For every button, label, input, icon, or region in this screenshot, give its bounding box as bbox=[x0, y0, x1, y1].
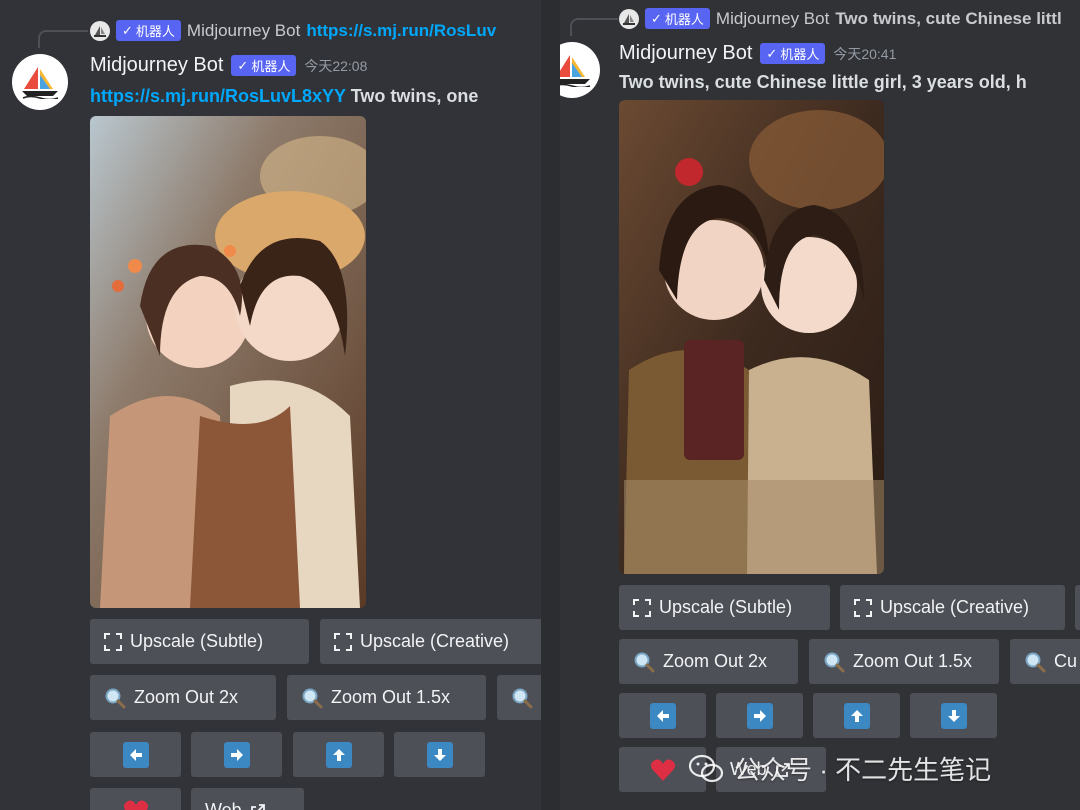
reply-author: Midjourney Bot bbox=[715, 8, 830, 28]
pan-left-button[interactable] bbox=[619, 693, 706, 738]
message-content: https://s.mj.run/RosLuvL8xYY Two twins, … bbox=[90, 86, 478, 107]
magnifier-icon bbox=[105, 688, 126, 708]
reply-connector bbox=[570, 18, 618, 36]
upscale-creative-button[interactable]: Upscale (Creative) bbox=[320, 619, 541, 664]
magnifier-icon bbox=[824, 652, 845, 672]
zoom-out-1-5x-button[interactable]: Zoom Out 1.5x bbox=[287, 675, 486, 720]
message-panel-left: ✓ 机器人 Midjourney Bot https://s.mj.run/Ros… bbox=[0, 0, 541, 810]
heart-icon bbox=[123, 800, 148, 810]
bot-avatar-icon bbox=[90, 20, 110, 41]
bot-badge: ✓ 机器人 bbox=[116, 20, 181, 41]
generated-image[interactable] bbox=[619, 100, 884, 574]
timestamp: 今天20:41 bbox=[833, 45, 897, 62]
arrow-right-icon bbox=[746, 702, 773, 729]
reply-reference[interactable]: ✓ 机器人 Midjourney Bot https://s.mj.run/Ros… bbox=[90, 20, 496, 41]
bot-avatar-icon bbox=[619, 8, 639, 29]
bot-badge: ✓ 机器人 bbox=[231, 55, 297, 76]
message-content: Two twins, cute Chinese little girl, 3 y… bbox=[619, 72, 1027, 93]
bot-badge: ✓ 机器人 bbox=[760, 43, 826, 64]
midjourney-avatar[interactable] bbox=[560, 42, 600, 98]
pan-up-button[interactable] bbox=[293, 732, 384, 777]
custom-zoom-button[interactable]: Cu bbox=[1010, 639, 1080, 684]
arrow-down-icon bbox=[426, 741, 453, 768]
pan-down-button[interactable] bbox=[394, 732, 485, 777]
check-icon: ✓ bbox=[651, 10, 662, 26]
expand-icon bbox=[104, 632, 122, 651]
pan-up-button[interactable] bbox=[813, 693, 900, 738]
reply-reference[interactable]: ✓ 机器人 Midjourney Bot Two twins, cute Chin… bbox=[619, 8, 1062, 29]
panel-divider bbox=[541, 0, 560, 810]
favorite-button[interactable] bbox=[90, 788, 181, 810]
magnifier-icon bbox=[634, 652, 655, 672]
pan-right-button[interactable] bbox=[716, 693, 803, 738]
upscale-creative-button[interactable]: Upscale (Creative) bbox=[840, 585, 1065, 630]
check-icon: ✓ bbox=[766, 45, 778, 61]
timestamp: 今天22:08 bbox=[304, 57, 368, 74]
magnifier-icon bbox=[512, 688, 533, 708]
prompt-link[interactable]: https://s.mj.run/RosLuvL8xYY bbox=[90, 86, 346, 106]
reply-text: Two twins, cute Chinese littl bbox=[835, 8, 1062, 28]
generated-image[interactable] bbox=[90, 116, 366, 608]
prompt-text: Two twins, cute Chinese little girl, 3 y… bbox=[619, 72, 1027, 92]
reply-author: Midjourney Bot bbox=[186, 20, 301, 40]
bot-badge: ✓ 机器人 bbox=[645, 8, 710, 29]
author-name[interactable]: Midjourney Bot bbox=[619, 42, 752, 65]
upscale-subtle-button[interactable]: Upscale (Subtle) bbox=[90, 619, 309, 664]
pan-right-button[interactable] bbox=[191, 732, 282, 777]
magnifier-icon bbox=[302, 688, 323, 708]
custom-zoom-button[interactable] bbox=[497, 675, 541, 720]
arrow-left-icon bbox=[122, 741, 149, 768]
arrow-down-icon bbox=[940, 702, 967, 729]
magnifier-icon bbox=[1025, 652, 1046, 672]
message-panel-right: ✓ 机器人 Midjourney Bot Two twins, cute Chin… bbox=[560, 0, 1080, 810]
watermark-text: 公众号 · 不二先生笔记 bbox=[734, 755, 992, 785]
arrow-right-icon bbox=[223, 741, 250, 768]
prompt-text: Two twins, one bbox=[350, 86, 479, 106]
reply-connector bbox=[38, 30, 88, 48]
external-link-icon bbox=[250, 803, 265, 810]
expand-icon bbox=[633, 598, 651, 617]
arrow-up-icon bbox=[325, 741, 352, 768]
zoom-out-1-5x-button[interactable]: Zoom Out 1.5x bbox=[809, 639, 999, 684]
pan-down-button[interactable] bbox=[910, 693, 997, 738]
vary-button-partial[interactable] bbox=[1075, 585, 1080, 630]
check-icon: ✓ bbox=[122, 22, 133, 38]
wechat-watermark: 公众号 · 不二先生笔记 bbox=[688, 750, 991, 787]
pan-left-button[interactable] bbox=[90, 732, 181, 777]
message-header: Midjourney Bot ✓ 机器人 今天22:08 bbox=[90, 54, 367, 77]
message-header: Midjourney Bot ✓ 机器人 今天20:41 bbox=[619, 42, 896, 65]
web-button[interactable]: Web bbox=[191, 788, 304, 810]
arrow-up-icon bbox=[843, 702, 870, 729]
expand-icon bbox=[334, 632, 352, 651]
midjourney-avatar[interactable] bbox=[12, 54, 68, 110]
zoom-out-2x-button[interactable]: Zoom Out 2x bbox=[619, 639, 798, 684]
upscale-subtle-button[interactable]: Upscale (Subtle) bbox=[619, 585, 830, 630]
wechat-icon bbox=[688, 754, 724, 782]
check-icon: ✓ bbox=[237, 57, 249, 73]
zoom-out-2x-button[interactable]: Zoom Out 2x bbox=[90, 675, 276, 720]
arrow-left-icon bbox=[649, 702, 676, 729]
heart-icon bbox=[650, 759, 675, 781]
reply-link[interactable]: https://s.mj.run/RosLuv bbox=[306, 21, 496, 41]
author-name[interactable]: Midjourney Bot bbox=[90, 54, 223, 77]
expand-icon bbox=[854, 598, 872, 617]
